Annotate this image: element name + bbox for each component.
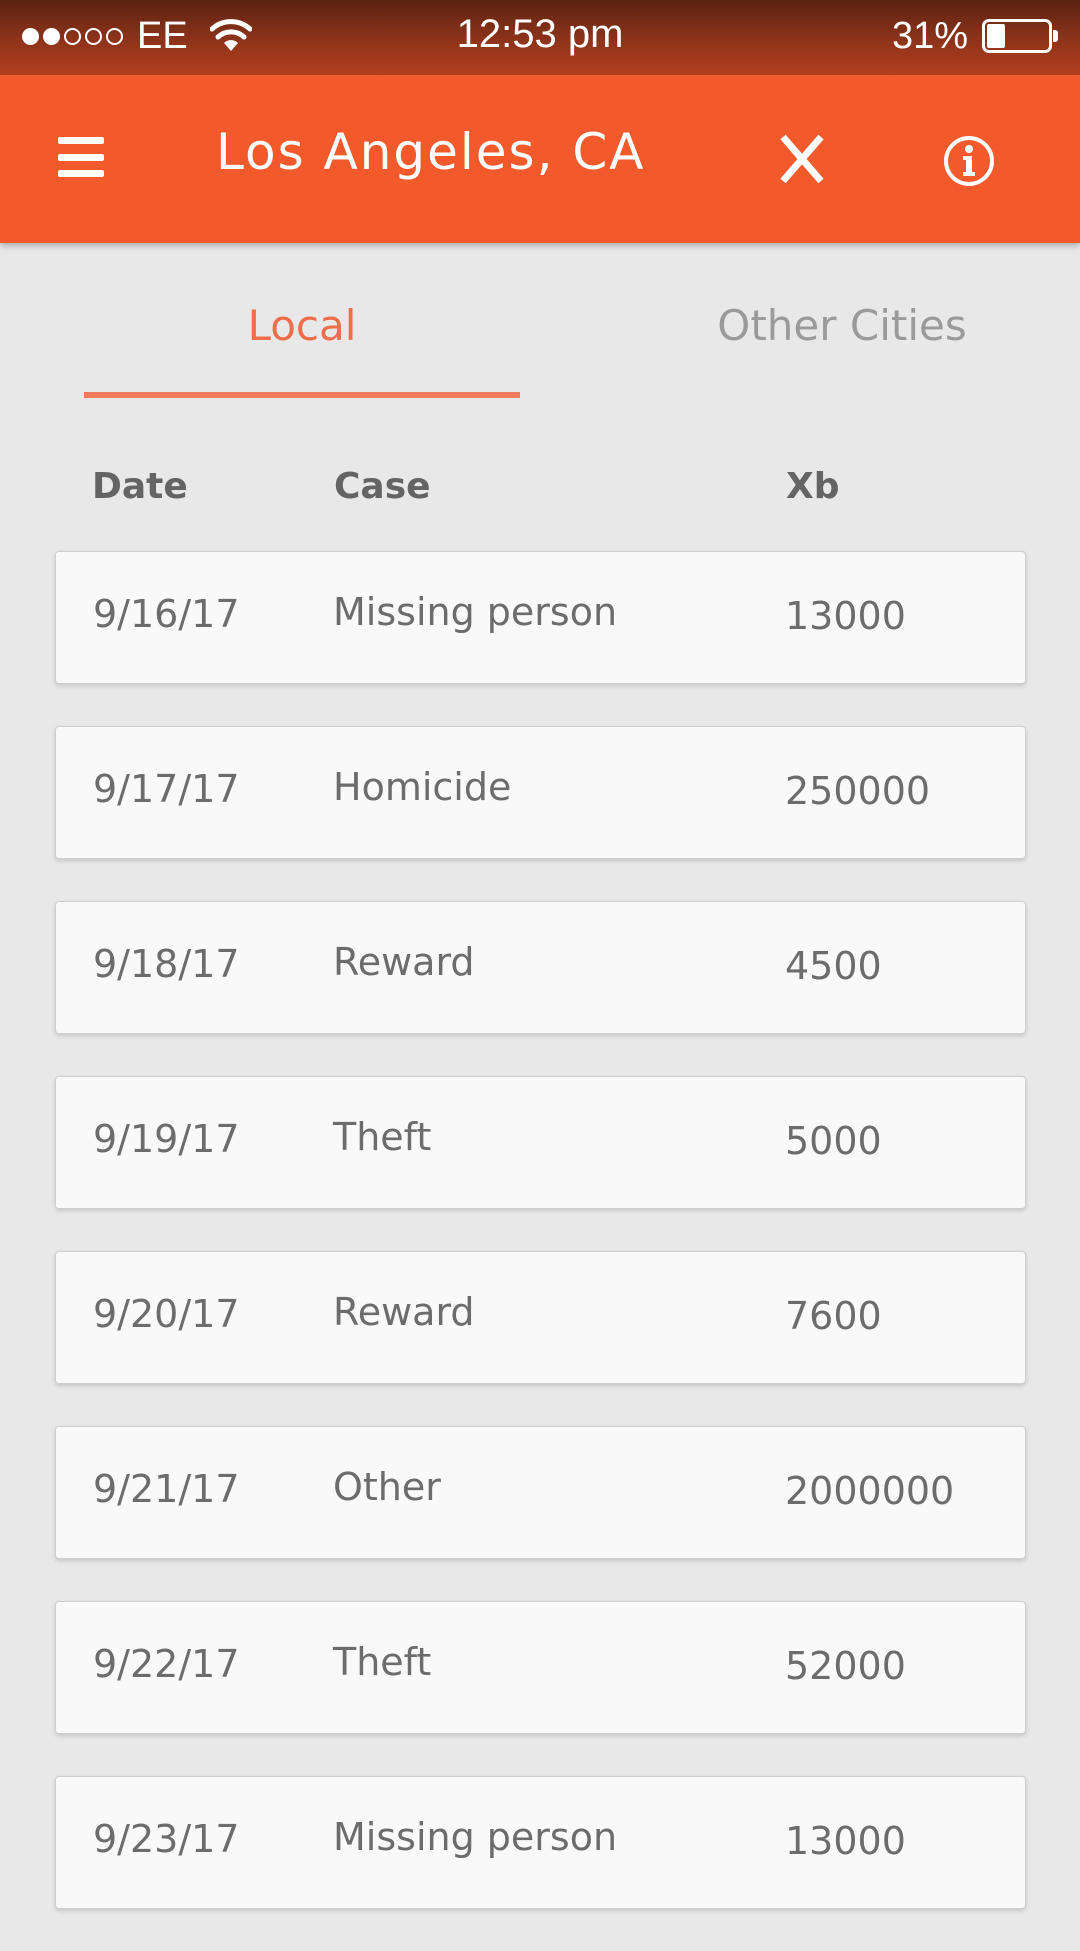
row-xb: 4500 xyxy=(785,944,882,988)
case-list: 9/16/17 Missing person 13000 9/17/17 Hom… xyxy=(55,551,1026,1951)
row-xb: 52000 xyxy=(785,1644,906,1688)
row-case: Theft xyxy=(333,1115,432,1159)
row-case: Reward xyxy=(333,940,475,984)
row-xb: 5000 xyxy=(785,1119,882,1163)
page-title: Los Angeles, CA xyxy=(216,123,646,181)
row-date: 9/19/17 xyxy=(93,1117,240,1161)
row-date: 9/16/17 xyxy=(93,592,240,636)
battery-icon xyxy=(982,19,1058,53)
menu-line xyxy=(58,153,104,161)
status-right: 31% xyxy=(892,14,1058,58)
row-case: Missing person xyxy=(333,590,618,634)
table-row[interactable]: 9/23/17 Missing person 13000 xyxy=(55,1776,1026,1909)
battery-tip xyxy=(1053,30,1058,42)
column-header-xb: Xb xyxy=(786,466,840,507)
tab-other-cities[interactable]: Other Cities xyxy=(622,301,1062,350)
close-x-icon[interactable] xyxy=(778,133,826,185)
row-date: 9/20/17 xyxy=(93,1292,240,1336)
active-tab-indicator xyxy=(84,392,520,398)
table-header: Date Case Xb xyxy=(0,466,1080,516)
status-bar: EE 12:53 pm 31% xyxy=(0,0,1080,75)
row-case: Homicide xyxy=(333,765,512,809)
column-header-case: Case xyxy=(334,466,431,507)
hamburger-menu-icon[interactable] xyxy=(58,137,106,177)
row-case: Theft xyxy=(333,1640,432,1684)
table-row[interactable]: 9/20/17 Reward 7600 xyxy=(55,1251,1026,1384)
row-xb: 2000000 xyxy=(785,1469,955,1513)
app-bar: Los Angeles, CA xyxy=(0,75,1080,243)
table-row[interactable]: 9/18/17 Reward 4500 xyxy=(55,901,1026,1034)
row-xb: 250000 xyxy=(785,769,931,813)
tab-local[interactable]: Local xyxy=(84,301,520,350)
row-date: 9/23/17 xyxy=(93,1817,240,1861)
table-row[interactable]: 9/22/17 Theft 52000 xyxy=(55,1601,1026,1734)
battery-fill xyxy=(987,24,1005,48)
column-header-date: Date xyxy=(92,466,188,507)
menu-line xyxy=(58,137,104,144)
row-xb: 7600 xyxy=(785,1294,882,1338)
info-circle-icon[interactable] xyxy=(942,134,996,188)
row-date: 9/22/17 xyxy=(93,1642,240,1686)
row-case: Missing person xyxy=(333,1815,618,1859)
row-date: 9/18/17 xyxy=(93,942,240,986)
battery-percentage: 31% xyxy=(891,14,968,57)
table-row[interactable]: 9/17/17 Homicide 250000 xyxy=(55,726,1026,859)
menu-line xyxy=(58,170,104,177)
row-xb: 13000 xyxy=(785,594,906,638)
row-case: Reward xyxy=(333,1290,475,1334)
table-row[interactable]: 9/19/17 Theft 5000 xyxy=(55,1076,1026,1209)
row-date: 9/21/17 xyxy=(93,1467,240,1511)
row-date: 9/17/17 xyxy=(93,767,240,811)
row-case: Other xyxy=(333,1465,441,1509)
table-row[interactable]: 9/21/17 Other 2000000 xyxy=(55,1426,1026,1559)
table-row[interactable]: 9/16/17 Missing person 13000 xyxy=(55,551,1026,684)
row-xb: 13000 xyxy=(785,1819,906,1863)
tab-bar: Local Other Cities xyxy=(0,243,1080,403)
